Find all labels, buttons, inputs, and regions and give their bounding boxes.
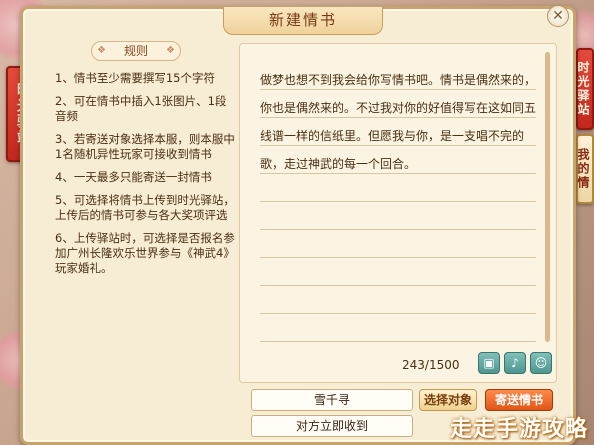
new-letter-window: 新建情书 ✕ 规则 1、情书至少需要撰写15个字符 2、可在情书中插入1张图片、… <box>20 5 576 445</box>
rules-list: 1、情书至少需要撰写15个字符 2、可在情书中插入1张图片、1段音频 3、若寄送… <box>55 71 235 284</box>
window-title: 新建情书 <box>223 7 383 35</box>
tab-my-letters[interactable]: 我的情书 <box>557 134 594 204</box>
rule-item: 4、一天最多只能寄送一封情书 <box>55 170 212 184</box>
character-counter: 243/1500 <box>402 358 460 372</box>
close-icon[interactable]: ✕ <box>547 5 569 27</box>
rule-item: 3、若寄送对象选择本服，则本服中1名随机异性玩家可接收到情书 <box>55 132 235 161</box>
letter-editor[interactable]: 做梦也想不到我会给你写情书吧。情书是偶然来的，你也是偶然来的。不过我对你的好值得… <box>239 43 557 383</box>
recipient-field[interactable]: 雪千寻 <box>251 389 413 411</box>
rule-item: 5、可选择将情书上传到时光驿站，上传后的情书可参与各大奖项评选 <box>55 193 235 222</box>
emoji-icon[interactable]: ☺ <box>530 352 552 374</box>
image-icon[interactable]: ▣ <box>478 352 500 374</box>
letter-scrollbar[interactable] <box>545 52 550 342</box>
send-letter-button[interactable]: 寄送情书 <box>485 389 553 411</box>
microphone-icon[interactable]: ♪ <box>504 352 526 374</box>
letter-content[interactable]: 做梦也想不到我会给你写情书吧。情书是偶然来的，你也是偶然来的。不过我对你的好值得… <box>260 66 542 178</box>
tab-time-station-right[interactable]: 时光驿站 <box>576 48 594 130</box>
rule-item: 2、可在情书中插入1张图片、1段音频 <box>55 94 227 123</box>
rule-item: 1、情书至少需要撰写15个字符 <box>55 71 215 85</box>
select-target-button[interactable]: 选择对象 <box>419 389 477 411</box>
rule-item: 6、上传驿站时，可选择是否报名参加广州长隆欢乐世界参与《神武4》玩家婚礼。 <box>55 231 235 275</box>
rules-header: 规则 <box>91 41 181 61</box>
watermark-logo: 走走手游攻略 <box>449 417 588 442</box>
delivery-option-field[interactable]: 对方立即收到 <box>251 415 413 437</box>
letter-scroll-thumb[interactable] <box>545 52 550 342</box>
